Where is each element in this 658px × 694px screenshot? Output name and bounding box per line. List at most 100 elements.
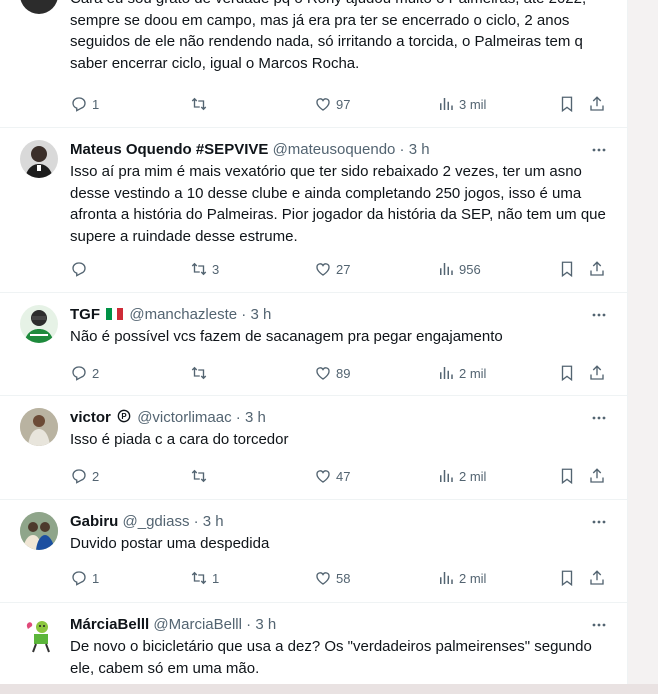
- timestamp[interactable]: 3 h: [245, 409, 266, 426]
- like-button[interactable]: 97: [314, 94, 350, 114]
- tweet[interactable]: Gabiru @_gdiass · 3 h Duvido postar uma …: [0, 500, 627, 603]
- tweet[interactable]: MárciaBelll @MarciaBelll · 3 h De novo o…: [0, 603, 627, 684]
- avatar[interactable]: [20, 140, 58, 178]
- like-icon: [316, 470, 330, 483]
- views-button[interactable]: 2 mil: [437, 466, 486, 486]
- share-button[interactable]: [588, 568, 606, 588]
- display-name[interactable]: Gabiru: [70, 513, 118, 530]
- timestamp[interactable]: 3 h: [250, 306, 271, 323]
- bookmark-icon: [561, 365, 573, 382]
- user-handle[interactable]: @manchazleste: [129, 306, 237, 323]
- reply-icon: [72, 262, 86, 277]
- page-background: [0, 684, 658, 694]
- like-icon: [316, 367, 330, 380]
- more-icon[interactable]: [591, 514, 607, 530]
- tweet-header: MárciaBelll @MarciaBelll · 3 h: [70, 615, 276, 635]
- share-icon: [590, 96, 604, 111]
- like-button[interactable]: 47: [314, 466, 350, 486]
- more-icon[interactable]: [591, 307, 607, 323]
- user-handle[interactable]: @_gdiass: [123, 513, 190, 530]
- like-button[interactable]: 58: [314, 568, 350, 588]
- views-icon: [440, 470, 453, 482]
- views-icon: [440, 98, 453, 110]
- like-count: 58: [336, 570, 351, 586]
- share-icon: [590, 365, 604, 380]
- views-icon: [440, 263, 453, 275]
- timestamp[interactable]: 3 h: [255, 616, 276, 633]
- bookmark-button[interactable]: [558, 259, 576, 279]
- like-count: 27: [336, 261, 351, 277]
- bookmark-button[interactable]: [558, 94, 576, 114]
- tweet-actions: 1 1 58 2 mil: [70, 568, 607, 588]
- reply-button[interactable]: 2: [70, 363, 99, 383]
- more-icon[interactable]: [591, 617, 607, 633]
- tweet[interactable]: Mateus Oquendo #SEPVIVE @mateusoquendo ·…: [0, 128, 627, 293]
- like-button[interactable]: 27: [314, 259, 350, 279]
- tweet[interactable]: TGF @manchazleste · 3 h Não é possível v…: [0, 293, 627, 396]
- retweet-button[interactable]: 1: [190, 568, 219, 588]
- bookmark-icon: [561, 261, 573, 278]
- share-button[interactable]: [588, 94, 606, 114]
- user-handle[interactable]: @mateusoquendo: [273, 141, 396, 158]
- views-icon: [440, 367, 453, 379]
- retweet-count: 1: [212, 570, 220, 586]
- tweet[interactable]: victor P @victorlimaac · 3 h Isso é piad…: [0, 396, 627, 500]
- timestamp[interactable]: 3 h: [203, 513, 224, 530]
- reply-count: 1: [92, 96, 100, 112]
- like-icon: [316, 98, 330, 111]
- avatar[interactable]: [20, 615, 58, 653]
- avatar[interactable]: [20, 0, 58, 14]
- tweet-header: victor P @victorlimaac · 3 h: [70, 408, 266, 428]
- like-button[interactable]: 89: [314, 363, 350, 383]
- tweet-text: De novo o bicicletário que usa a dez? Os…: [70, 638, 592, 677]
- reply-button[interactable]: 1: [70, 568, 99, 588]
- avatar[interactable]: [20, 408, 58, 446]
- timestamp[interactable]: 3 h: [409, 141, 430, 158]
- user-handle[interactable]: @victorlimaac: [137, 409, 231, 426]
- bookmark-button[interactable]: [558, 466, 576, 486]
- share-button[interactable]: [588, 363, 606, 383]
- separator: ·: [193, 513, 199, 530]
- tweet[interactable]: Cara eu sou grato de verdade pq o Rony a…: [0, 0, 627, 128]
- tweet-actions: 2 47 2 mil: [70, 466, 607, 486]
- reply-button[interactable]: 2: [70, 466, 99, 486]
- views-count: 2 mil: [459, 570, 487, 586]
- tweet-header: Mateus Oquendo #SEPVIVE @mateusoquendo ·…: [70, 140, 430, 160]
- bookmark-button[interactable]: [558, 363, 576, 383]
- avatar[interactable]: [20, 512, 58, 550]
- bookmark-icon: [561, 96, 573, 113]
- retweet-button[interactable]: [190, 466, 212, 486]
- retweet-count: 3: [212, 261, 220, 277]
- bookmark-button[interactable]: [558, 568, 576, 588]
- user-handle[interactable]: @MarciaBelll: [153, 616, 242, 633]
- share-button[interactable]: [588, 259, 606, 279]
- display-name[interactable]: victor: [70, 409, 111, 426]
- retweet-button[interactable]: 3: [190, 259, 219, 279]
- retweet-button[interactable]: [190, 363, 212, 383]
- svg-text:P: P: [121, 412, 126, 421]
- views-button[interactable]: 956: [437, 259, 481, 279]
- separator: ·: [235, 409, 241, 426]
- views-icon: [440, 572, 453, 584]
- reply-button[interactable]: [70, 259, 92, 279]
- like-count: 47: [336, 468, 351, 484]
- more-icon[interactable]: [591, 142, 607, 158]
- views-button[interactable]: 3 mil: [437, 94, 486, 114]
- separator: ·: [241, 306, 247, 323]
- display-name[interactable]: Mateus Oquendo #SEPVIVE: [70, 141, 268, 158]
- display-name[interactable]: TGF: [70, 306, 100, 323]
- share-icon: [590, 261, 604, 276]
- avatar[interactable]: [20, 305, 58, 343]
- retweet-button[interactable]: [190, 94, 212, 114]
- views-button[interactable]: 2 mil: [437, 363, 486, 383]
- like-icon: [316, 263, 330, 276]
- verified-p-icon: P: [117, 409, 131, 423]
- tweet-header: Gabiru @_gdiass · 3 h: [70, 512, 224, 532]
- bookmark-icon: [561, 468, 573, 485]
- tweet-text: Não é possível vcs fazem de sacanagem pr…: [70, 328, 503, 345]
- share-button[interactable]: [588, 466, 606, 486]
- reply-button[interactable]: 1: [70, 94, 99, 114]
- more-icon[interactable]: [591, 410, 607, 426]
- display-name[interactable]: MárciaBelll: [70, 616, 149, 633]
- views-button[interactable]: 2 mil: [437, 568, 486, 588]
